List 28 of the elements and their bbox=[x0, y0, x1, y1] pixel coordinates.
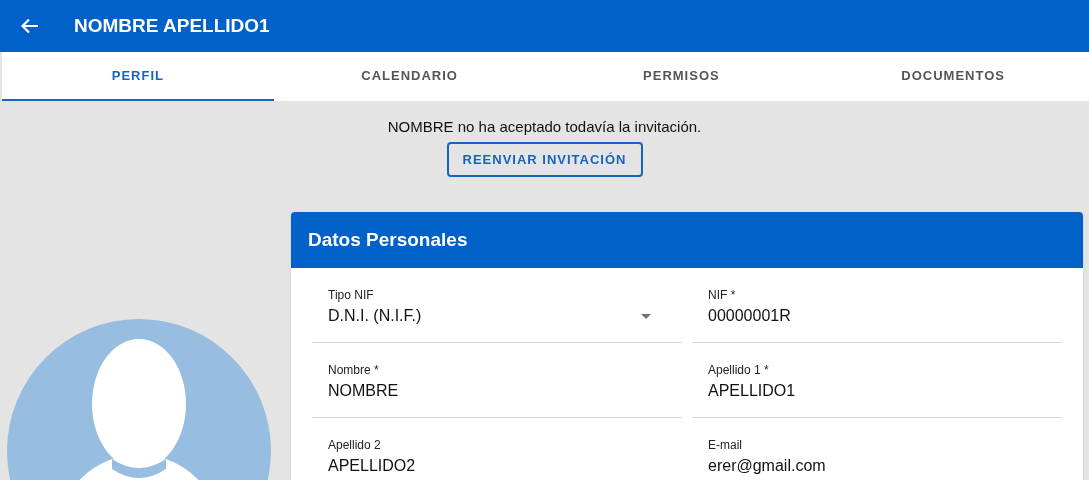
field-value: APELLIDO1 bbox=[708, 381, 796, 401]
tab[interactable]: PERFIL bbox=[2, 52, 274, 101]
field-label: E-mail bbox=[708, 438, 743, 452]
field-label: Tipo NIF bbox=[328, 288, 375, 302]
field-value: 00000001R bbox=[708, 306, 791, 326]
invitation-message: NOMBRE no ha aceptado todavía la invitación. bbox=[387, 117, 702, 137]
input-field[interactable]: Apellido 2 APELLIDO2 bbox=[312, 418, 682, 480]
back-arrow-icon[interactable] bbox=[21, 18, 39, 34]
field-label: Apellido 1 * bbox=[708, 363, 770, 377]
field-value: erer@gmail.com bbox=[708, 456, 826, 476]
card-title: Datos Personales bbox=[308, 227, 468, 252]
field-label: NIF * bbox=[708, 288, 737, 302]
dropdown-caret-icon bbox=[641, 313, 651, 319]
field-label: Nombre * bbox=[328, 363, 380, 377]
resend-invitation-button[interactable]: REENVIAR INVITACIÓN bbox=[446, 142, 643, 177]
tab[interactable]: PERMISOS bbox=[545, 52, 818, 101]
field-value: APELLIDO2 bbox=[328, 456, 416, 476]
input-field[interactable]: Apellido 1 * APELLIDO1 bbox=[692, 343, 1062, 418]
tab[interactable]: DOCUMENTOS bbox=[817, 52, 1089, 101]
input-field[interactable]: NIF * 00000001R bbox=[692, 268, 1062, 343]
field-label: Apellido 2 bbox=[328, 438, 382, 452]
header-title: NOMBRE APELLIDO1 bbox=[74, 13, 270, 38]
input-field[interactable]: E-mail erer@gmail.com bbox=[692, 418, 1062, 480]
input-field[interactable]: Nombre * NOMBRE bbox=[312, 343, 682, 418]
field-value: D.N.I. (N.I.F.) bbox=[328, 306, 422, 326]
field-value: NOMBRE bbox=[328, 381, 399, 401]
tab[interactable]: CALENDARIO bbox=[273, 52, 546, 101]
select-field[interactable]: Tipo NIF D.N.I. (N.I.F.) bbox=[312, 268, 682, 343]
